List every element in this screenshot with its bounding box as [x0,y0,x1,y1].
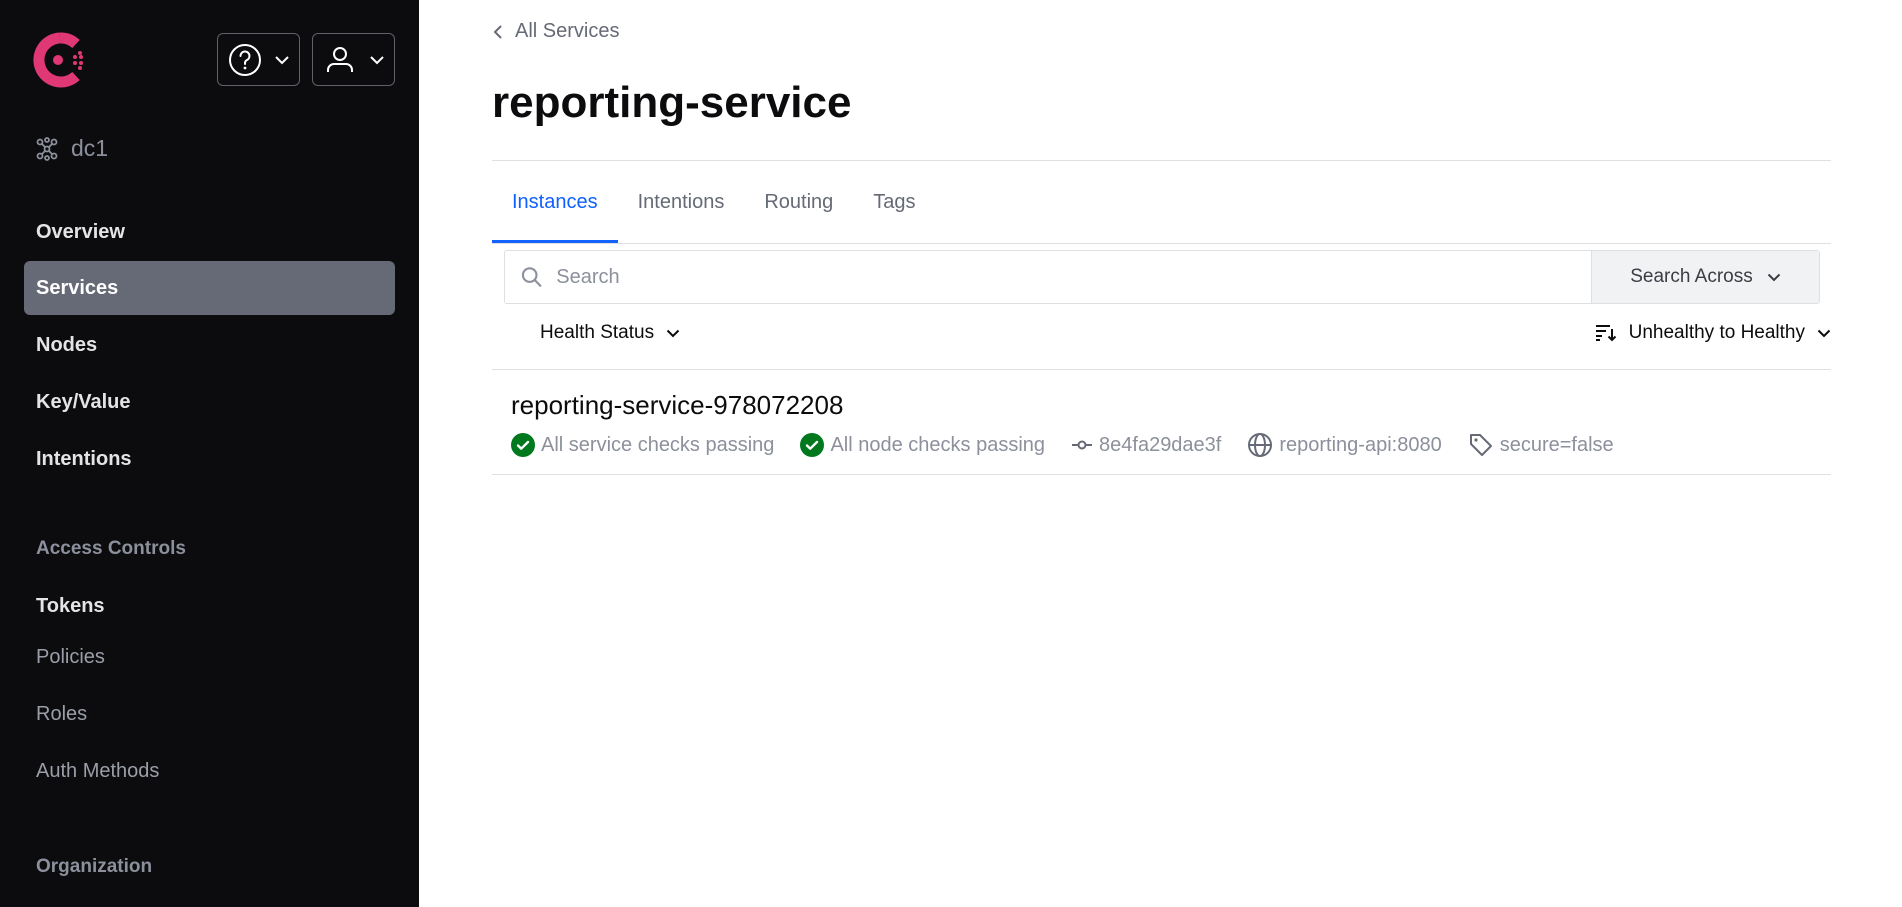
sidebar-item-policies[interactable]: Policies [24,635,395,679]
search-across-dropdown[interactable]: Search Across [1591,251,1819,303]
sidebar-item-label: Services [36,276,119,299]
sort-dropdown[interactable]: Unhealthy to Healthy [1595,322,1831,344]
tab-label: Intentions [637,190,725,213]
service-checks-label: All service checks passing [541,433,775,456]
help-icon [229,43,261,76]
tab-label: Routing [764,190,834,213]
sidebar-item-services[interactable]: Services [24,261,395,315]
sidebar-item-intentions[interactable]: Intentions [24,432,395,486]
chevron-down-icon [370,55,384,64]
tab-intentions[interactable]: Intentions [618,160,745,244]
tab-label: Tags [873,190,916,213]
sort-label: Unhealthy to Healthy [1628,322,1805,343]
health-status-label: Health Status [540,322,655,343]
sidebar-item-label: Nodes [36,333,98,356]
sort-icon [1595,325,1616,342]
back-link-label: All Services [515,20,620,42]
instance-node: 8e4fa29dae3f [1071,434,1221,457]
user-menu-button[interactable] [312,33,395,86]
divider [492,474,1831,475]
node-icon [1072,440,1093,450]
sidebar-item-auth-methods[interactable]: Auth Methods [24,749,395,793]
tab-instances[interactable]: Instances [492,160,618,244]
sidebar-item-label: Overview [36,220,125,243]
sidebar-item-key-value[interactable]: Key/Value [24,375,395,429]
datacenter-label: dc1 [71,135,109,161]
sidebar-item-label: Policies [36,645,105,668]
tag-icon [1469,434,1492,456]
divider [492,243,1831,244]
check-circle-icon [511,433,535,457]
node-checks-status: All node checks passing [800,433,1045,457]
tab-bar: Instances Intentions Routing Tags [492,160,936,244]
instance-address: reporting-api:8080 [1247,432,1442,458]
divider [492,369,1831,370]
node-label: 8e4fa29dae3f [1099,433,1222,456]
globe-icon [1248,433,1273,457]
chevron-left-icon [493,24,502,39]
instance-metadata: All service checks passing All node chec… [511,432,1640,458]
sidebar-item-overview[interactable]: Overview [24,205,395,259]
check-circle-icon [800,433,825,457]
instance-tag: secure=false [1468,432,1614,458]
search-icon [521,267,542,287]
sidebar-item-label: Key/Value [36,390,131,413]
sidebar-item-label: Tokens [36,594,105,617]
tab-tags[interactable]: Tags [853,160,935,244]
datacenter-icon [36,136,58,161]
organization-heading: Organization [36,856,153,877]
sidebar-item-roles[interactable]: Roles [24,692,395,736]
user-icon [327,46,353,72]
help-menu-button[interactable] [217,33,300,86]
sidebar-item-label: Roles [36,702,88,725]
main-content: All Services reporting-service Instances… [419,0,1902,907]
tab-label: Instances [512,190,598,213]
search-field[interactable] [505,251,1591,303]
back-to-all-services-link[interactable]: All Services [493,20,619,43]
instance-name-link[interactable]: reporting-service-978072208 [511,390,843,421]
search-across-label: Search Across [1630,266,1753,287]
node-checks-label: All node checks passing [830,433,1046,456]
sidebar-item-label: Intentions [36,447,132,470]
sidebar-item-tokens[interactable]: Tokens [24,584,395,628]
tag-label: secure=false [1499,433,1614,456]
search-bar: Search Across [504,250,1820,304]
page-title: reporting-service [492,78,852,127]
sidebar-item-label: Auth Methods [36,759,160,782]
search-input[interactable] [556,265,1591,289]
tab-routing[interactable]: Routing [744,160,853,244]
chevron-down-icon [1767,273,1780,281]
app: dc1 Overview Services Nodes Key/Value In… [0,0,1902,907]
sidebar-item-nodes[interactable]: Nodes [24,318,395,372]
health-status-filter[interactable]: Health Status [540,322,680,344]
chevron-down-icon [666,329,680,337]
address-label: reporting-api:8080 [1279,433,1442,456]
consul-logo[interactable] [32,32,88,88]
service-checks-status: All service checks passing [511,433,774,457]
chevron-down-icon [275,55,289,64]
access-controls-heading: Access Controls [36,538,186,559]
sidebar: dc1 Overview Services Nodes Key/Value In… [0,0,419,907]
chevron-down-icon [1817,329,1831,337]
datacenter-selector[interactable]: dc1 [35,135,108,162]
